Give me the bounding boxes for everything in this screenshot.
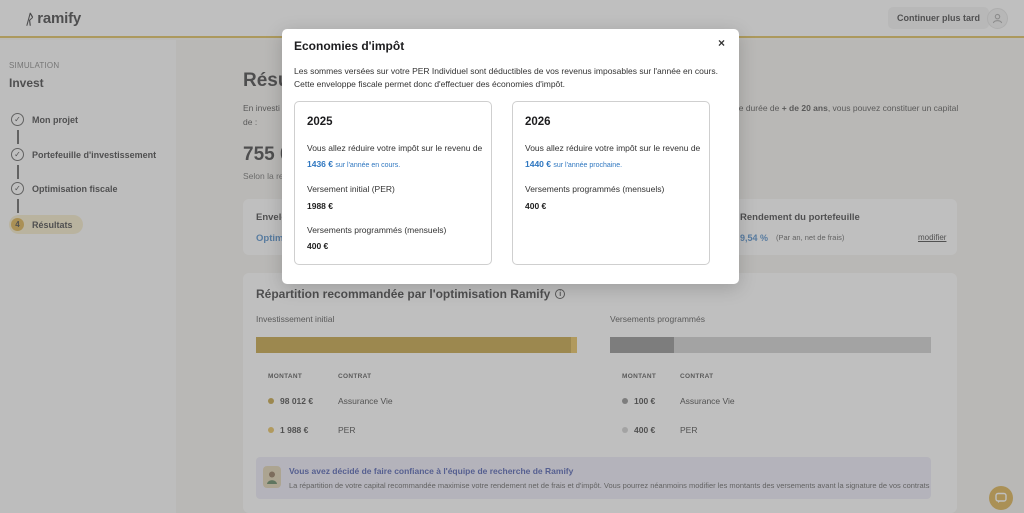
monthly-payment-label: Versements programmés (mensuels) <box>525 184 665 194</box>
tax-savings-modal: Economies d'impôt × Les sommes versées s… <box>282 29 739 284</box>
card-year: 2026 <box>525 116 551 128</box>
modal-description: Les sommes versées sur votre PER Individ… <box>294 65 724 91</box>
reduce-suffix: sur l'année prochaine. <box>553 162 623 169</box>
monthly-payment-value: 400 € <box>307 241 329 251</box>
reduce-amount-line: 1436 € sur l'année en cours. <box>307 159 400 169</box>
close-icon[interactable]: × <box>718 36 725 50</box>
reduce-label: Vous allez réduire votre impôt sur le re… <box>525 143 701 153</box>
reduce-amount: 1440 € <box>525 159 551 169</box>
reduce-label: Vous allez réduire votre impôt sur le re… <box>307 143 483 153</box>
year-card-2025: 2025 Vous allez réduire votre impôt sur … <box>294 101 492 265</box>
reduce-amount-line: 1440 € sur l'année prochaine. <box>525 159 622 169</box>
initial-payment-value: 1988 € <box>307 201 333 211</box>
card-year: 2025 <box>307 116 333 128</box>
monthly-payment-label: Versements programmés (mensuels) <box>307 225 447 235</box>
modal-description-line-2: Cette enveloppe fiscale permet donc d'ef… <box>294 79 565 89</box>
modal-description-line-1: Les sommes versées sur votre PER Individ… <box>294 66 719 76</box>
modal-title: Economies d'impôt <box>294 39 405 53</box>
year-card-2026: 2026 Vous allez réduire votre impôt sur … <box>512 101 710 265</box>
initial-payment-label: Versement initial (PER) <box>307 184 395 194</box>
reduce-amount: 1436 € <box>307 159 333 169</box>
reduce-suffix: sur l'année en cours. <box>335 162 401 169</box>
monthly-payment-value: 400 € <box>525 201 547 211</box>
